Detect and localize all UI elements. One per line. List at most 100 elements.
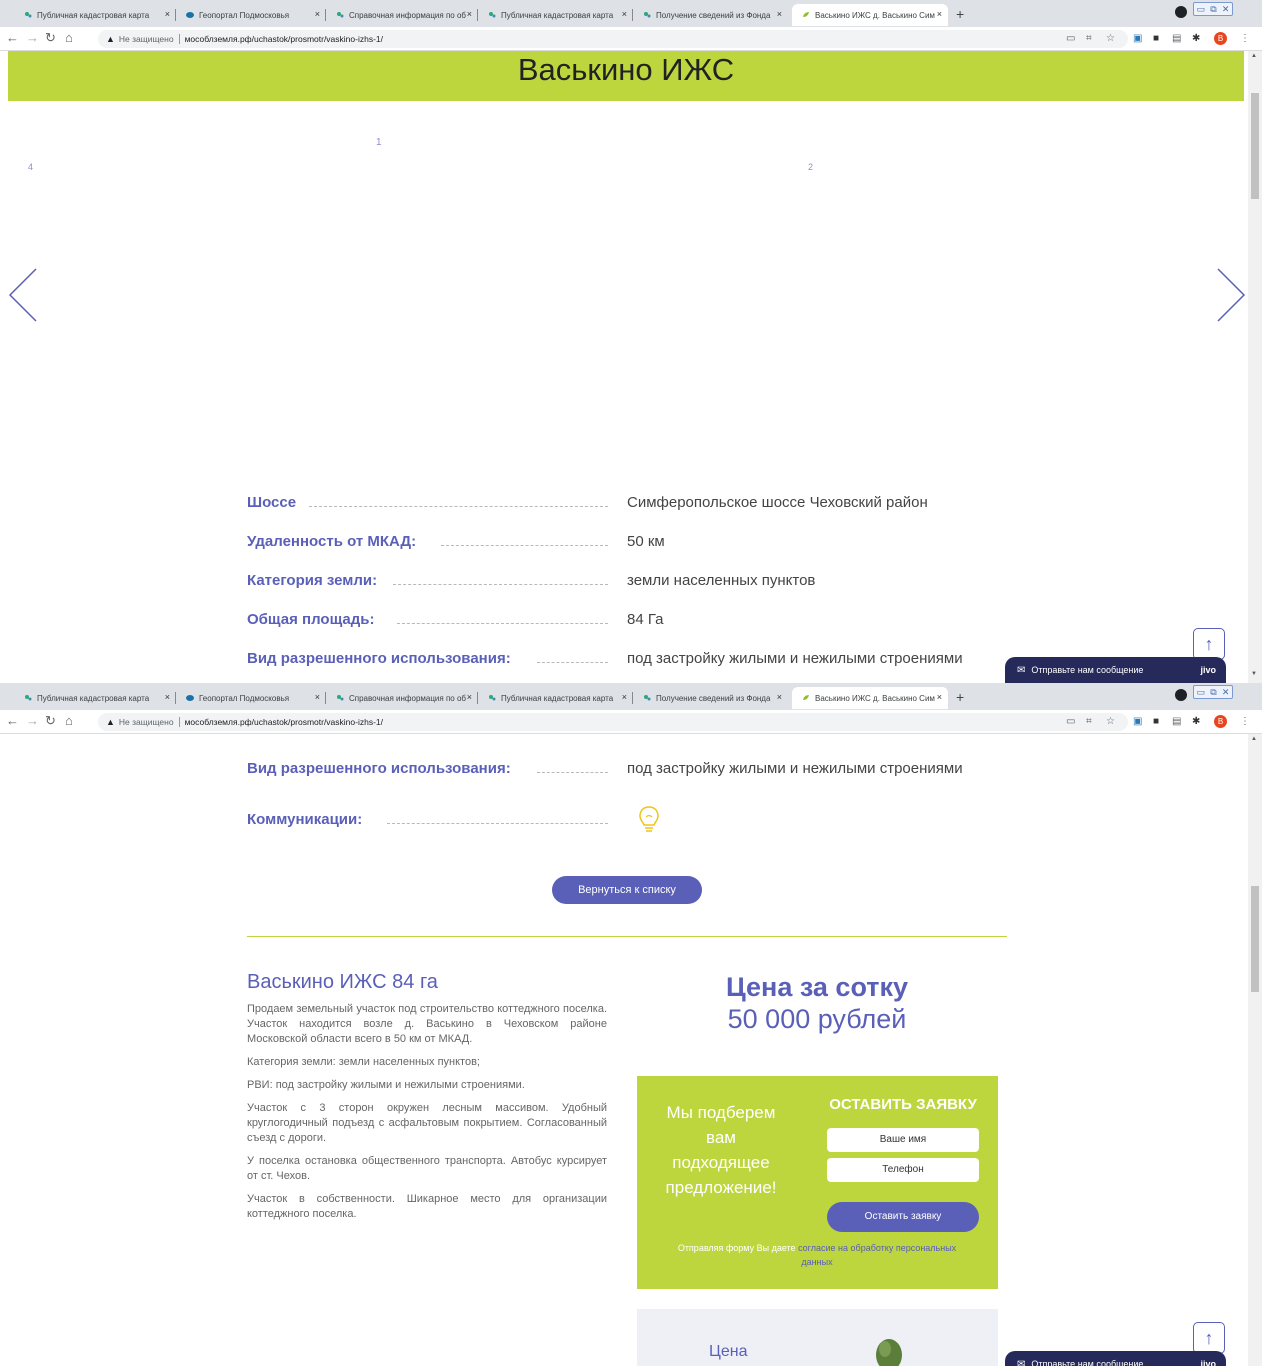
chat-widget[interactable]: ✉ Отправьте нам сообщение jivo — [1005, 1351, 1226, 1366]
description-paragraph: Участок с 3 сторон окружен лесным массив… — [247, 1102, 607, 1144]
cadastral-favicon-icon — [337, 695, 344, 701]
tab-close-icon[interactable]: × — [777, 9, 782, 19]
tab-2[interactable]: Геопортал Подмосковья × — [176, 4, 326, 26]
geoportal-favicon-icon — [186, 12, 194, 18]
tab-close-icon[interactable]: × — [315, 692, 320, 702]
tab-close-icon[interactable]: × — [622, 9, 627, 19]
slider-next-arrow-icon[interactable] — [1216, 267, 1246, 323]
scroll-to-top-button[interactable]: ↑ — [1193, 1322, 1225, 1354]
restore-icon[interactable]: ⧉ — [1210, 687, 1216, 698]
home-icon[interactable]: ⌂ — [65, 713, 73, 728]
forward-icon[interactable]: → — [26, 713, 39, 728]
profile-avatar[interactable]: В — [1214, 32, 1227, 45]
url-text[interactable]: мособлземля.рф/uchastok/prosmotr/vaskino… — [185, 717, 383, 727]
tab-4[interactable]: Публичная кадастровая карта × — [478, 4, 633, 26]
cast-icon[interactable]: ▭ — [1066, 33, 1075, 44]
cast-icon[interactable]: ▭ — [1066, 716, 1075, 727]
reload-icon[interactable]: ↻ — [45, 30, 56, 46]
chat-widget[interactable]: ✉ Отправьте нам сообщение jivo — [1005, 657, 1226, 683]
consent-link[interactable]: согласие на обработку персональных данны… — [798, 1243, 956, 1267]
menu-icon[interactable]: ⋮ — [1240, 716, 1250, 727]
reload-icon[interactable]: ↻ — [45, 713, 56, 729]
puzzle-icon[interactable]: ✱ — [1192, 33, 1200, 44]
close-icon[interactable]: ✕ — [1222, 687, 1230, 698]
leader-dots — [387, 823, 608, 824]
request-form: Мы подберем вам подходящее предложение! … — [637, 1076, 998, 1289]
extension-icon[interactable]: ■ — [1153, 33, 1159, 44]
scroll-to-top-button[interactable]: ↑ — [1193, 628, 1225, 660]
url-text[interactable]: мособлземля.рф/uchastok/prosmotr/vaskino… — [185, 34, 383, 44]
tab-close-icon[interactable]: × — [315, 9, 320, 19]
slide-number[interactable]: 4 — [28, 162, 33, 172]
menu-icon[interactable]: ⋮ — [1240, 33, 1250, 44]
tab-close-icon[interactable]: × — [467, 692, 472, 702]
restore-icon[interactable]: ⧉ — [1210, 4, 1216, 15]
tab-5[interactable]: Получение сведений из Фонда × — [633, 687, 788, 709]
address-bar[interactable]: ▲ Не защищено мособлземля.рф/uchastok/pr… — [98, 30, 1128, 48]
forward-icon[interactable]: → — [26, 30, 39, 45]
slider-prev-arrow-icon[interactable] — [8, 267, 38, 323]
back-icon[interactable]: ← — [6, 30, 19, 45]
slide-number[interactable]: 1 — [376, 137, 382, 148]
slide-number[interactable]: 2 — [808, 162, 813, 172]
chat-brand: jivo — [1200, 665, 1216, 675]
window-controls[interactable]: ▭ ⧉ ✕ — [1193, 685, 1233, 699]
envelope-icon: ✉ — [1017, 1358, 1026, 1366]
address-bar[interactable]: ▲ Не защищено мособлземля.рф/uchastok/pr… — [98, 713, 1128, 731]
submit-request-button[interactable]: Оставить заявку — [827, 1202, 979, 1232]
extension-icon[interactable]: ▣ — [1133, 33, 1142, 44]
back-icon[interactable]: ← — [6, 713, 19, 728]
tab-1[interactable]: Публичная кадастровая карта × — [14, 687, 176, 709]
tab-5[interactable]: Получение сведений из Фонда × — [633, 4, 788, 26]
new-tab-button[interactable]: + — [956, 6, 964, 22]
window-controls[interactable]: ▭ ⧉ ✕ — [1193, 2, 1233, 16]
back-to-list-button[interactable]: Вернуться к списку — [552, 876, 702, 904]
title-banner: Васькино ИЖС — [8, 51, 1244, 101]
tab-close-icon[interactable]: × — [165, 9, 170, 19]
minimize-icon[interactable]: ▭ — [1197, 687, 1206, 698]
account-icon[interactable] — [1175, 6, 1187, 18]
tab-close-icon[interactable]: × — [937, 692, 942, 702]
extension-icon[interactable]: ▤ — [1172, 33, 1181, 44]
scroll-up-icon[interactable]: ▲ — [1251, 53, 1257, 59]
leaf-favicon-icon — [803, 695, 809, 700]
description-paragraph: РВИ: под застройку жилыми и нежилыми стр… — [247, 1079, 525, 1091]
profile-avatar[interactable]: В — [1214, 715, 1227, 728]
translate-icon[interactable]: ⌗ — [1086, 716, 1092, 727]
new-tab-button[interactable]: + — [956, 689, 964, 705]
name-input[interactable]: Ваше имя — [827, 1128, 979, 1152]
tab-close-icon[interactable]: × — [165, 692, 170, 702]
extension-icon[interactable]: ■ — [1153, 716, 1159, 727]
extension-icon[interactable]: ▣ — [1133, 716, 1142, 727]
scroll-down-icon[interactable]: ▼ — [1251, 671, 1257, 677]
tab-1[interactable]: Публичная кадастровая карта × — [14, 4, 176, 26]
tab-6-active[interactable]: Васькино ИЖС д. Васькино Сим × — [792, 4, 948, 26]
star-icon[interactable]: ☆ — [1106, 716, 1115, 727]
page-scrollbar[interactable]: ▲ — [1248, 734, 1262, 1366]
account-icon[interactable] — [1175, 689, 1187, 701]
translate-icon[interactable]: ⌗ — [1086, 33, 1092, 44]
page-scrollbar[interactable]: ▲ ▼ — [1248, 51, 1262, 683]
tab-close-icon[interactable]: × — [777, 692, 782, 702]
home-icon[interactable]: ⌂ — [65, 30, 73, 45]
minimize-icon[interactable]: ▭ — [1197, 4, 1206, 15]
property-row-communications: Коммуникации: — [247, 806, 1007, 835]
tab-3[interactable]: Справочная информация по об × — [326, 687, 478, 709]
scroll-up-icon[interactable]: ▲ — [1251, 736, 1257, 742]
warning-icon: ▲ — [106, 717, 115, 727]
puzzle-icon[interactable]: ✱ — [1192, 716, 1200, 727]
close-icon[interactable]: ✕ — [1222, 4, 1230, 15]
tab-close-icon[interactable]: × — [622, 692, 627, 702]
phone-input[interactable]: Телефон — [827, 1158, 979, 1182]
extension-icon[interactable]: ▤ — [1172, 716, 1181, 727]
star-icon[interactable]: ☆ — [1106, 33, 1115, 44]
tab-2[interactable]: Геопортал Подмосковья × — [176, 687, 326, 709]
leader-dots — [397, 623, 608, 624]
tab-3[interactable]: Справочная информация по об × — [326, 4, 478, 26]
tab-close-icon[interactable]: × — [937, 9, 942, 19]
tab-4[interactable]: Публичная кадастровая карта × — [478, 687, 633, 709]
scrollbar-thumb[interactable] — [1251, 886, 1259, 992]
tab-6-active[interactable]: Васькино ИЖС д. Васькино Сим × — [792, 687, 948, 709]
tab-close-icon[interactable]: × — [467, 9, 472, 19]
scrollbar-thumb[interactable] — [1251, 93, 1259, 199]
